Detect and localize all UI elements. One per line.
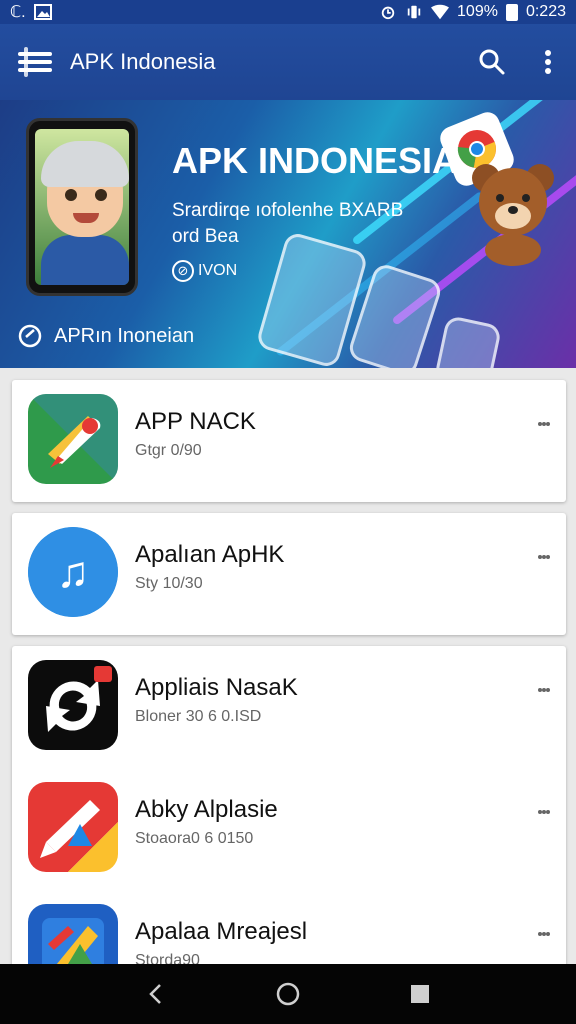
badge-circle-icon: ⊘ (172, 260, 194, 282)
battery-percent: 109% (457, 3, 498, 20)
vibrate-icon (407, 5, 421, 19)
app-meta: Bloner 30 6 0.ISD (135, 708, 262, 725)
search-button[interactable] (464, 24, 520, 100)
app-meta: Gtgr 0/90 (135, 442, 202, 459)
more-vert-icon[interactable] (528, 796, 560, 828)
banner-subtitle: Srardirqe ıofolenhe BXARB ord Bea (172, 200, 404, 247)
bear-mascot-icon (472, 164, 554, 266)
banner-footer-text: APRın Inoneian (54, 324, 195, 347)
home-icon (276, 982, 300, 1006)
more-vert-icon[interactable] (528, 674, 560, 706)
search-icon (479, 49, 505, 75)
app-card: APP NACK Gtgr 0/90 (12, 380, 566, 502)
battery-icon (505, 3, 518, 21)
app-title: APK Indonesia (70, 49, 216, 74)
banner-phone-card (433, 314, 503, 368)
overflow-menu-button[interactable] (520, 24, 576, 100)
list-item[interactable]: Abky Alplasie Stoaora0 6 0150 (12, 768, 566, 890)
app-card: ♫ Apalıan ApHK Sty 10/30 (12, 513, 566, 635)
image-icon (33, 4, 52, 20)
app-name: Appliais NasaK (135, 674, 298, 701)
edit-icon (28, 782, 118, 872)
app-name: APP NACK (135, 408, 256, 435)
menu-icon (18, 47, 52, 77)
app-name: Abky Alplasie (135, 796, 278, 823)
music-icon: ♫ (28, 527, 118, 617)
back-button[interactable] (136, 974, 176, 1014)
recents-button[interactable] (400, 974, 440, 1014)
app-bar: APK Indonesia (0, 24, 576, 100)
svg-text:♫: ♫ (57, 548, 90, 597)
promo-banner[interactable]: APK INDONESIA Srardirqe ıofolenhe BXARB … (0, 100, 576, 368)
status-left-text: ℂ. (10, 4, 26, 21)
pin-icon (28, 394, 118, 484)
home-button[interactable] (268, 974, 308, 1014)
app-meta: Sty 10/30 (135, 575, 203, 592)
wifi-icon (431, 4, 450, 20)
menu-button[interactable] (0, 24, 70, 100)
refresh-icon (28, 660, 118, 750)
app-meta: Stoaora0 6 0150 (135, 830, 254, 847)
alarm-icon (381, 6, 395, 20)
app-card: Appliais NasaK Bloner 30 6 0.ISD Abky Al… (12, 646, 566, 994)
more-vert-icon[interactable] (528, 918, 560, 950)
list-item[interactable]: Appliais NasaK Bloner 30 6 0.ISD (12, 646, 566, 768)
more-vert-icon[interactable] (528, 541, 560, 573)
more-vert-icon[interactable] (528, 408, 560, 440)
banner-phone-illustration (26, 118, 138, 296)
banner-footer: APRın Inoneian (18, 324, 194, 348)
app-name: Apalaa Mreajesl (135, 918, 308, 945)
banner-badge-label: IVON (198, 262, 238, 279)
back-icon (149, 984, 161, 1004)
app-name: Apalıan ApHK (135, 541, 285, 568)
recents-icon (411, 985, 429, 1003)
list-item[interactable]: APP NACK Gtgr 0/90 (12, 380, 566, 502)
status-bar: ℂ. 109% 0:223 (0, 0, 576, 24)
system-nav-bar (0, 964, 576, 1024)
clock: 0:223 (525, 3, 566, 20)
banner-badge: ⊘ IVON (172, 260, 237, 282)
check-circle-icon (18, 324, 42, 348)
list-item[interactable]: ♫ Apalıan ApHK Sty 10/30 (12, 513, 566, 635)
more-vert-icon (545, 50, 551, 74)
banner-title: APK INDONESIA (172, 140, 459, 181)
